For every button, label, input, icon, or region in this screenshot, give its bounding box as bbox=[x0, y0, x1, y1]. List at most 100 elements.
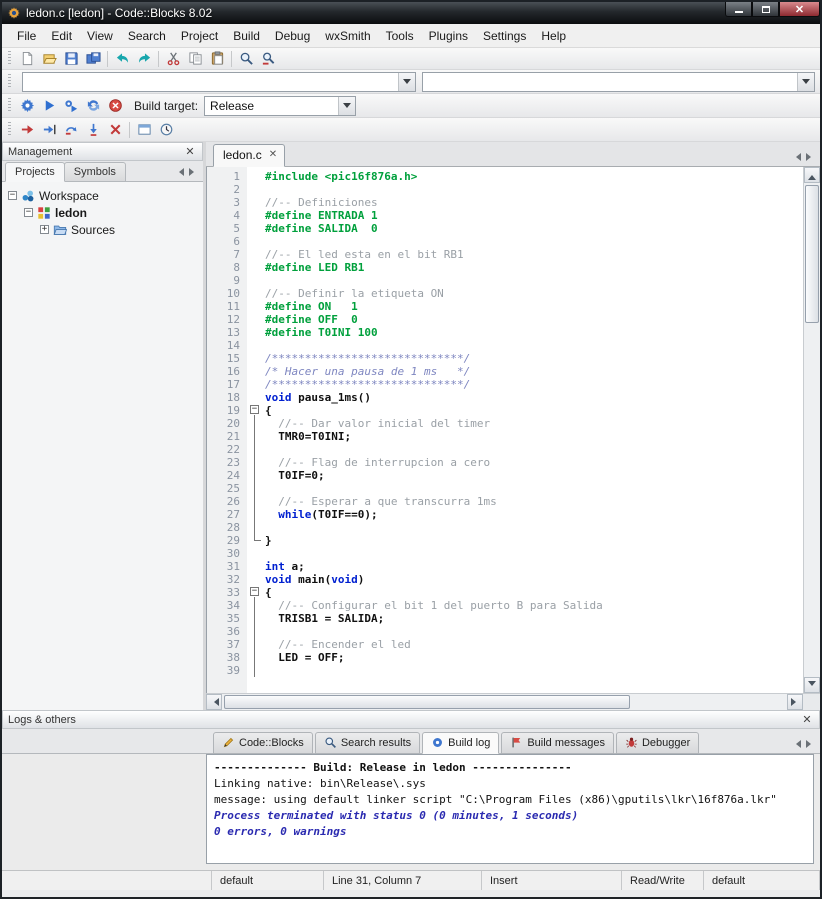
build-button[interactable] bbox=[16, 96, 38, 116]
code-line[interactable]: 10//-- Definir la etiqueta ON bbox=[207, 287, 803, 300]
log-tab-build-messages[interactable]: Build messages bbox=[501, 732, 614, 754]
menu-tools[interactable]: Tools bbox=[379, 26, 421, 46]
close-tab-button[interactable]: ✕ bbox=[269, 150, 277, 160]
menu-plugins[interactable]: Plugins bbox=[422, 26, 475, 46]
code-line[interactable]: 9 bbox=[207, 274, 803, 287]
close-logs-panel-button[interactable]: ✕ bbox=[800, 714, 814, 726]
chevron-down-icon[interactable] bbox=[398, 73, 415, 91]
code-line[interactable]: 18void pausa_1ms() bbox=[207, 391, 803, 404]
code-line[interactable]: 38 LED = OFF; bbox=[207, 651, 803, 664]
code-line[interactable]: 28 bbox=[207, 521, 803, 534]
code-line[interactable]: 24 T0IF=0; bbox=[207, 469, 803, 482]
code-line[interactable]: 13#define T0INI 100 bbox=[207, 326, 803, 339]
chevron-down-icon[interactable] bbox=[338, 97, 355, 115]
tab-scroll-left-icon[interactable] bbox=[792, 153, 801, 161]
scroll-right-button[interactable] bbox=[787, 694, 803, 710]
fold-toggle[interactable]: − bbox=[247, 404, 263, 417]
menu-build[interactable]: Build bbox=[226, 26, 267, 46]
minimize-button[interactable] bbox=[725, 2, 752, 17]
code-line[interactable]: 30 bbox=[207, 547, 803, 560]
menu-file[interactable]: File bbox=[10, 26, 43, 46]
code-line[interactable]: 2 bbox=[207, 183, 803, 196]
debugging-windows-button[interactable] bbox=[133, 120, 155, 140]
collapse-icon[interactable]: − bbox=[24, 208, 33, 217]
code-line[interactable]: 7//-- El led esta en el bit RB1 bbox=[207, 248, 803, 261]
code-line[interactable]: 32void main(void) bbox=[207, 573, 803, 586]
code-line[interactable]: 36 bbox=[207, 625, 803, 638]
tab-scroll-right-icon[interactable] bbox=[806, 740, 815, 748]
collapse-icon[interactable]: − bbox=[8, 191, 17, 200]
step-into-button[interactable] bbox=[82, 120, 104, 140]
codecompletion-symbol-combo[interactable] bbox=[422, 72, 816, 92]
code-line[interactable]: 1#include <pic16f876a.h> bbox=[207, 170, 803, 183]
fold-toggle[interactable]: − bbox=[247, 586, 263, 599]
find-button[interactable] bbox=[235, 49, 257, 69]
build-and-run-button[interactable] bbox=[60, 96, 82, 116]
log-tab-search-results[interactable]: Search results bbox=[315, 732, 420, 754]
redo-button[interactable] bbox=[133, 49, 155, 69]
toolbar-grip[interactable] bbox=[8, 98, 11, 113]
tab-scroll-right-icon[interactable] bbox=[806, 153, 815, 161]
code-line[interactable]: 4#define ENTRADA 1 bbox=[207, 209, 803, 222]
code-line[interactable]: 11#define ON 1 bbox=[207, 300, 803, 313]
menu-view[interactable]: View bbox=[80, 26, 120, 46]
code-line[interactable]: 20 //-- Dar valor inicial del timer bbox=[207, 417, 803, 430]
menu-edit[interactable]: Edit bbox=[44, 26, 79, 46]
code-line[interactable]: 29} bbox=[207, 534, 803, 547]
code-line[interactable]: 5#define SALIDA 0 bbox=[207, 222, 803, 235]
tree-item-sources[interactable]: +Sources bbox=[2, 221, 203, 238]
code-line[interactable]: 33−{ bbox=[207, 586, 803, 599]
management-tab-projects[interactable]: Projects bbox=[5, 162, 65, 182]
scroll-down-button[interactable] bbox=[804, 677, 820, 693]
code-line[interactable]: 22 bbox=[207, 443, 803, 456]
code-line[interactable]: 8#define LED RB1 bbox=[207, 261, 803, 274]
vertical-scrollbar-thumb[interactable] bbox=[805, 185, 819, 323]
code-line[interactable]: 14 bbox=[207, 339, 803, 352]
paste-button[interactable] bbox=[206, 49, 228, 69]
code-line[interactable]: 27 while(T0IF==0); bbox=[207, 508, 803, 521]
rebuild-button[interactable] bbox=[82, 96, 104, 116]
next-line-button[interactable] bbox=[60, 120, 82, 140]
vertical-scrollbar[interactable] bbox=[803, 167, 820, 693]
code-line[interactable]: 19−{ bbox=[207, 404, 803, 417]
tab-scroll-left-icon[interactable] bbox=[792, 740, 801, 748]
maximize-button[interactable] bbox=[752, 2, 779, 17]
scroll-left-button[interactable] bbox=[206, 694, 222, 710]
build-target-combo[interactable]: Release bbox=[204, 96, 356, 116]
code-line[interactable]: 39 bbox=[207, 664, 803, 677]
code-line[interactable]: 34 //-- Configurar el bit 1 del puerto B… bbox=[207, 599, 803, 612]
code-line[interactable]: 31int a; bbox=[207, 560, 803, 573]
code-line[interactable]: 17/*****************************/ bbox=[207, 378, 803, 391]
code-line[interactable]: 25 bbox=[207, 482, 803, 495]
tab-scroll-right-icon[interactable] bbox=[189, 168, 198, 176]
code-editor[interactable]: 1#include <pic16f876a.h>23//-- Definicio… bbox=[207, 167, 803, 693]
close-management-panel-button[interactable]: ✕ bbox=[183, 146, 197, 158]
chevron-down-icon[interactable] bbox=[797, 73, 814, 91]
code-line[interactable]: 16/* Hacer una pausa de 1 ms */ bbox=[207, 365, 803, 378]
save-all-button[interactable] bbox=[82, 49, 104, 69]
menu-help[interactable]: Help bbox=[534, 26, 573, 46]
scroll-up-button[interactable] bbox=[804, 167, 820, 183]
menu-settings[interactable]: Settings bbox=[476, 26, 533, 46]
horizontal-scrollbar[interactable] bbox=[206, 693, 803, 710]
tab-scroll-left-icon[interactable] bbox=[175, 168, 184, 176]
code-line[interactable]: 6 bbox=[207, 235, 803, 248]
close-button[interactable]: ✕ bbox=[779, 2, 820, 17]
tree-item-ledon[interactable]: −ledon bbox=[2, 204, 203, 221]
horizontal-scrollbar-thumb[interactable] bbox=[224, 695, 630, 709]
menu-project[interactable]: Project bbox=[174, 26, 225, 46]
log-tab-build-log[interactable]: Build log bbox=[422, 732, 499, 754]
cut-button[interactable] bbox=[162, 49, 184, 69]
code-line[interactable]: 37 //-- Encender el led bbox=[207, 638, 803, 651]
abort-button[interactable] bbox=[104, 96, 126, 116]
code-line[interactable]: 35 TRISB1 = SALIDA; bbox=[207, 612, 803, 625]
copy-button[interactable] bbox=[184, 49, 206, 69]
toolbar-grip[interactable] bbox=[8, 122, 11, 137]
run-to-cursor-button[interactable] bbox=[38, 120, 60, 140]
stop-debugger-button[interactable] bbox=[104, 120, 126, 140]
save-file-button[interactable] bbox=[60, 49, 82, 69]
code-line[interactable]: 21 TMR0=T0INI; bbox=[207, 430, 803, 443]
codecompletion-scope-combo[interactable] bbox=[22, 72, 416, 92]
code-line[interactable]: 26 //-- Esperar a que transcurra 1ms bbox=[207, 495, 803, 508]
open-file-button[interactable] bbox=[38, 49, 60, 69]
